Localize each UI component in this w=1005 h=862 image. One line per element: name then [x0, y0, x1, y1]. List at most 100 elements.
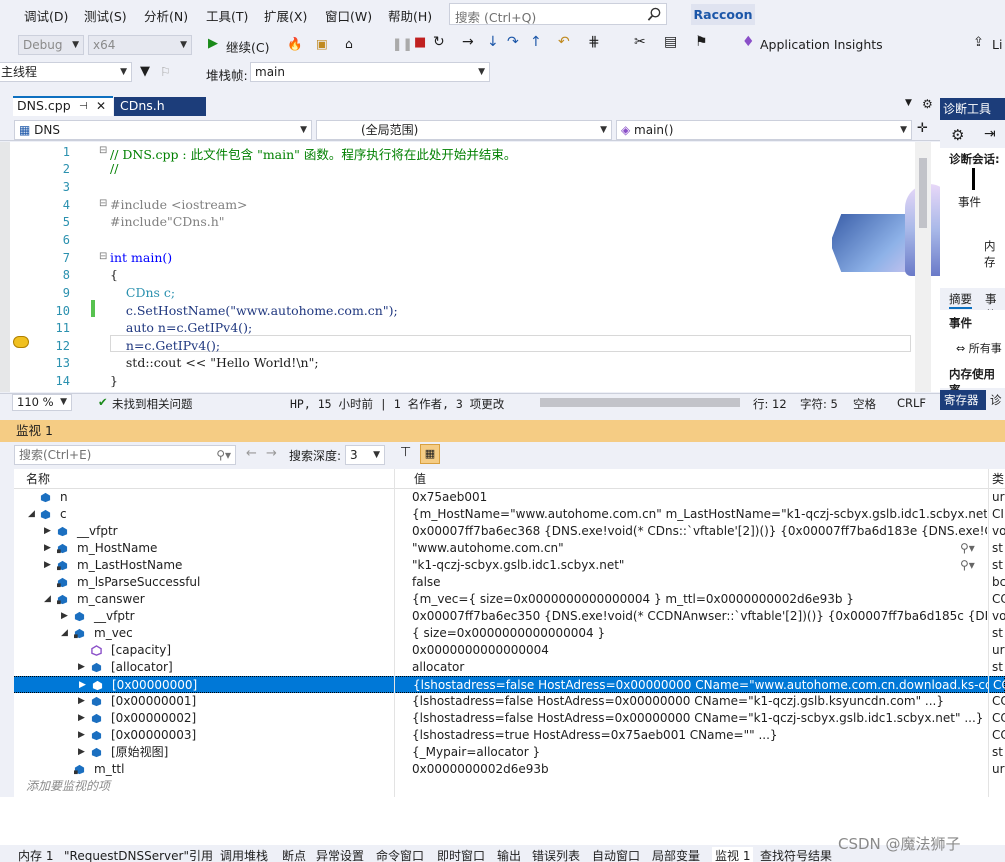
- tab-exception-settings[interactable]: 异常设置: [316, 847, 364, 862]
- issues-status[interactable]: 未找到相关问题: [112, 396, 193, 412]
- config-select[interactable]: Debug ▼: [18, 35, 84, 55]
- expand-arrow-icon[interactable]: ▶: [78, 693, 85, 710]
- export-icon[interactable]: ⇥: [984, 126, 996, 142]
- tab-output[interactable]: 输出: [497, 847, 521, 862]
- forward-icon[interactable]: →: [266, 446, 277, 461]
- watch-search-input[interactable]: 搜索(Ctrl+E) ⚲▾: [14, 445, 236, 465]
- menu-window[interactable]: 窗口(W): [325, 6, 372, 25]
- breakpoint-toggle-icon[interactable]: ⋕: [588, 34, 600, 50]
- tab-cdns-h[interactable]: CDns.h: [114, 97, 206, 116]
- watch-row[interactable]: m_ttl 0x0000000002d6e93b ur: [14, 761, 1005, 778]
- watch-row-selected[interactable]: ▶ [0x00000000] {lshostadress=false HostA…: [14, 676, 1005, 693]
- tab-locals[interactable]: 局部变量: [652, 847, 700, 862]
- collapse-arrow-icon[interactable]: ◢: [44, 591, 51, 608]
- expand-arrow-icon[interactable]: ▶: [78, 659, 85, 676]
- expand-arrow-icon[interactable]: ▶: [78, 710, 85, 727]
- tools-icon[interactable]: ✂: [634, 34, 646, 50]
- watch-row[interactable]: ▶ [原始视图] {_Mypair=allocator } st: [14, 744, 1005, 761]
- step-out-icon[interactable]: ↑: [530, 34, 542, 50]
- watch-row[interactable]: ◢ m_canswer {m_vec={ size=0x000000000000…: [14, 591, 1005, 608]
- scrollbar-thumb[interactable]: [919, 158, 927, 228]
- collapse-icon[interactable]: ⊟: [99, 145, 107, 156]
- collapse-arrow-icon[interactable]: ◢: [61, 625, 68, 642]
- tab-registers[interactable]: 寄存器: [940, 390, 986, 410]
- tab-diag[interactable]: 诊: [990, 392, 1002, 408]
- undo-icon[interactable]: ↶: [558, 34, 570, 50]
- platform-select[interactable]: x64 ▼: [88, 35, 192, 55]
- step-over-icon[interactable]: ↷: [507, 34, 519, 50]
- col-type[interactable]: 类: [992, 469, 1004, 489]
- menu-tools[interactable]: 工具(T): [206, 6, 248, 25]
- tab-error-list[interactable]: 错误列表: [532, 847, 580, 862]
- col-name[interactable]: 名称: [26, 469, 50, 489]
- watch-row[interactable]: ▶ [0x00000003] {lshostadress=true HostAd…: [14, 727, 1005, 744]
- tab-references[interactable]: "RequestDNSServer"引用: [64, 847, 213, 862]
- scope-select[interactable]: (全局范围) ▼: [316, 120, 612, 140]
- hex-display-icon[interactable]: ▦: [420, 444, 440, 464]
- back-icon[interactable]: ←: [246, 446, 257, 461]
- bookmark-icon[interactable]: ⚑: [695, 34, 708, 50]
- watch-row[interactable]: ▶ [0x00000001] {lshostadress=false HostA…: [14, 693, 1005, 710]
- step-into-icon[interactable]: ↓: [487, 34, 499, 50]
- pin-icon[interactable]: ⊤: [400, 445, 411, 460]
- eol-indicator[interactable]: CRLF: [897, 396, 926, 410]
- menu-help[interactable]: 帮助(H): [388, 6, 432, 25]
- tab-command-window[interactable]: 命令窗口: [376, 847, 424, 862]
- expand-arrow-icon[interactable]: ▶: [78, 744, 85, 761]
- tab-immediate-window[interactable]: 即时窗口: [437, 847, 485, 862]
- function-select[interactable]: ◈ main() ▼: [616, 120, 912, 140]
- collapse-icon[interactable]: ⊟: [99, 251, 107, 262]
- watch-row[interactable]: ▶ [allocator] allocator st: [14, 659, 1005, 676]
- expand-arrow-icon[interactable]: ▶: [78, 727, 85, 744]
- add-watch-row[interactable]: 添加要监视的项: [14, 778, 1005, 795]
- watch-row[interactable]: m_lsParseSuccessful false bc: [14, 574, 1005, 591]
- stackframe-select[interactable]: main ▼: [250, 62, 490, 82]
- menu-test[interactable]: 测试(S): [84, 6, 127, 25]
- watch-row[interactable]: n 0x75aeb001 ur: [14, 489, 1005, 506]
- tab-call-stack[interactable]: 调用堆栈: [220, 847, 268, 862]
- thread-select[interactable]: 主线程 ▼: [0, 62, 132, 82]
- pause-icon[interactable]: ❚❚: [392, 36, 413, 51]
- expand-arrow-icon[interactable]: ▶: [44, 540, 51, 557]
- magnifier-icon[interactable]: ⚲▾: [960, 557, 975, 574]
- column-divider[interactable]: [988, 469, 989, 797]
- show-next-icon[interactable]: →: [462, 34, 474, 50]
- watch-row[interactable]: ▶ __vfptr 0x00007ff7ba6ec368 {DNS.exe!vo…: [14, 523, 1005, 540]
- filter-icon[interactable]: ▼: [140, 64, 150, 79]
- git-info[interactable]: HP, 15 小时前 | 1 名作者, 3 项更改: [290, 396, 504, 412]
- watch-row[interactable]: ▶ m_HostName "www.autohome.com.cn" ⚲▾ st: [14, 540, 1005, 557]
- menu-debug[interactable]: 调试(D): [24, 6, 68, 25]
- gear-icon[interactable]: ⚙: [951, 126, 964, 144]
- zoom-select[interactable]: 110 % ▼: [12, 394, 72, 411]
- horizontal-scrollbar-thumb[interactable]: [540, 398, 740, 407]
- tab-dns-cpp[interactable]: DNS.cpp ⊣ ✕: [13, 96, 113, 116]
- menu-analyze[interactable]: 分析(N): [144, 6, 188, 25]
- collapse-arrow-icon[interactable]: ◢: [28, 506, 35, 523]
- expand-arrow-icon[interactable]: ▶: [44, 557, 51, 574]
- chevron-down-icon[interactable]: ▼: [905, 98, 912, 108]
- global-search[interactable]: 搜索 (Ctrl+Q): [449, 3, 667, 25]
- tab-watch1[interactable]: 监视 1: [712, 847, 754, 862]
- expand-arrow-icon[interactable]: ▶: [61, 608, 68, 625]
- close-icon[interactable]: ✕: [96, 98, 106, 114]
- editor-vertical-scrollbar[interactable]: [915, 142, 931, 392]
- tab-autos[interactable]: 自动窗口: [592, 847, 640, 862]
- depth-select[interactable]: 3 ▼: [345, 445, 385, 465]
- tab-memory1[interactable]: 内存 1: [18, 847, 53, 862]
- watch-row[interactable]: ◢ c {m_HostName="www.autohome.com.cn" m_…: [14, 506, 1005, 523]
- tab-breakpoints[interactable]: 断点: [282, 847, 306, 862]
- magnifier-icon[interactable]: ⚲▾: [960, 540, 975, 557]
- watch-row[interactable]: ◢ m_vec { size=0x0000000000000004 } st: [14, 625, 1005, 642]
- liveshare-label[interactable]: Li: [992, 37, 1002, 52]
- column-divider[interactable]: [394, 469, 395, 797]
- watch-row[interactable]: ▶ [0x00000002] {lshostadress=false HostA…: [14, 710, 1005, 727]
- pin-icon[interactable]: ⊣: [79, 99, 88, 115]
- expand-arrow-icon[interactable]: ▶: [79, 677, 86, 694]
- project-select[interactable]: ▦ DNS ▼: [14, 120, 312, 140]
- tab-find-symbol[interactable]: 查找符号结果: [760, 847, 832, 862]
- share-icon[interactable]: ⇪: [973, 35, 984, 50]
- code-editor[interactable]: ⊟ ⊟ ⊟ 1 2 3 4 5 6 7 8 9 10 11 12 13 14 /…: [0, 142, 953, 392]
- menu-extensions[interactable]: 扩展(X): [264, 6, 307, 25]
- watch-row[interactable]: ▶ __vfptr 0x00007ff7ba6ec350 {DNS.exe!vo…: [14, 608, 1005, 625]
- restart-icon[interactable]: ↻: [433, 34, 445, 50]
